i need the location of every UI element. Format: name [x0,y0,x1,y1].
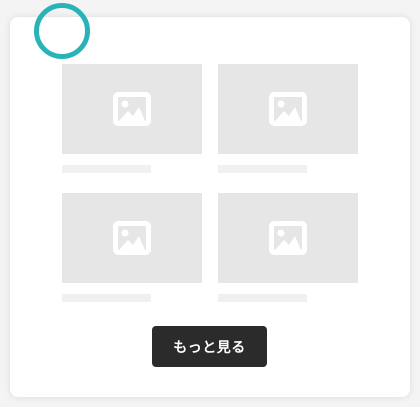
gallery-item[interactable] [62,64,202,173]
caption-placeholder [62,165,151,173]
image-thumbnail[interactable] [218,64,358,154]
gallery-item[interactable] [218,64,358,173]
focus-ring-marker [34,3,90,59]
gallery-item[interactable] [62,193,202,302]
image-thumbnail[interactable] [218,193,358,283]
image-placeholder-icon [113,221,151,255]
image-placeholder-icon [113,92,151,126]
image-placeholder-icon [269,92,307,126]
image-thumbnail[interactable] [62,64,202,154]
image-placeholder-icon [269,221,307,255]
more-button[interactable]: もっと見る [152,326,267,367]
gallery-card: もっと見る [10,17,410,397]
caption-placeholder [218,294,307,302]
caption-placeholder [62,294,151,302]
gallery-item[interactable] [218,193,358,302]
image-thumbnail[interactable] [62,193,202,283]
caption-placeholder [218,165,307,173]
